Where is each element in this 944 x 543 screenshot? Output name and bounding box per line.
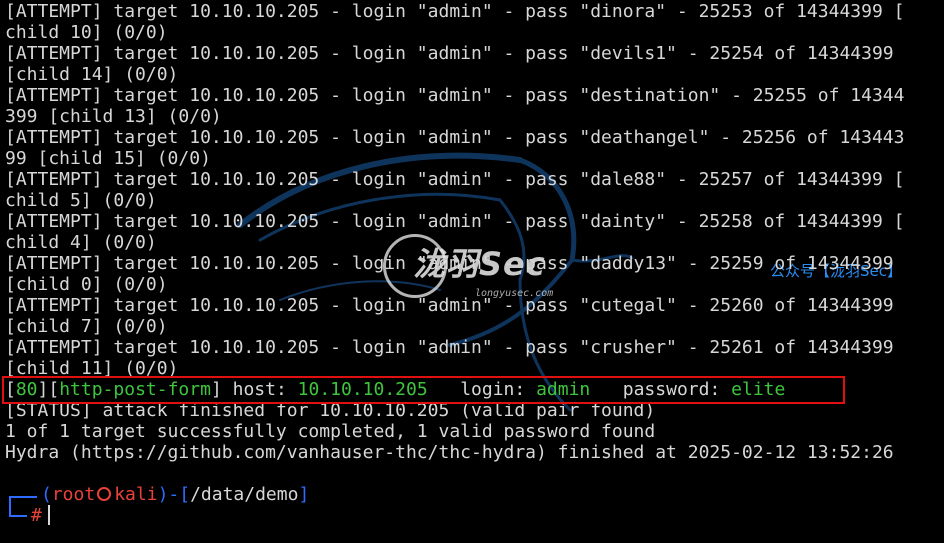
shell-prompt[interactable]: (root kali)-[/data/demo] # [5, 484, 309, 526]
prompt-separator: )-[ [157, 484, 191, 505]
prompt-path: /data/demo [190, 484, 299, 505]
output-line: child 10] (0/0) [5, 22, 168, 43]
prompt-line-1: (root kali)-[/data/demo] [5, 484, 310, 506]
output-line: [ATTEMPT] target 10.10.10.205 - login "a… [5, 337, 894, 358]
output-line: 399 [child 13] (0/0) [5, 106, 222, 127]
output-line: [ATTEMPT] target 10.10.10.205 - login "a… [5, 211, 905, 232]
output-line: [ATTEMPT] target 10.10.10.205 - login "a… [5, 1, 905, 22]
output-line: [child 7] (0/0) [5, 316, 168, 337]
output-line: [child 0] (0/0) [5, 274, 168, 295]
text-cursor[interactable] [47, 505, 50, 525]
output-line: 99 [child 15] (0/0) [5, 148, 211, 169]
output-line: [child 14] (0/0) [5, 64, 179, 85]
prompt-symbol: # [31, 505, 42, 526]
output-line: [ATTEMPT] target 10.10.10.205 - login "a… [5, 85, 905, 106]
output-line: [ATTEMPT] target 10.10.10.205 - login "a… [5, 43, 894, 64]
prompt-corner-bottom-icon [9, 505, 27, 517]
output-line: [ATTEMPT] target 10.10.10.205 - login "a… [5, 253, 894, 274]
prompt-user: root [51, 484, 96, 505]
prompt-host: kali [114, 484, 158, 505]
output-line: [ATTEMPT] target 10.10.10.205 - login "a… [5, 127, 905, 148]
output-line: [ATTEMPT] target 10.10.10.205 - login "a… [5, 295, 894, 316]
prompt-line-2[interactable]: # [5, 505, 309, 526]
output-line: child 4] (0/0) [5, 232, 157, 253]
skull-icon [97, 487, 112, 501]
status-line: 1 of 1 target successfully completed, 1 … [5, 421, 656, 442]
result-highlight-box [2, 376, 845, 404]
status-line: Hydra (https://github.com/vanhauser-thc/… [5, 442, 894, 463]
output-line: [ATTEMPT] target 10.10.10.205 - login "a… [5, 169, 905, 190]
prompt-paren: ( [41, 484, 52, 505]
terminal-window[interactable]: 泷羽Sec longyusec.com 公众号【泷羽Sec】 [ATTEMPT]… [0, 0, 944, 543]
prompt-bracket: ] [298, 484, 310, 505]
output-line: child 5] (0/0) [5, 190, 157, 211]
